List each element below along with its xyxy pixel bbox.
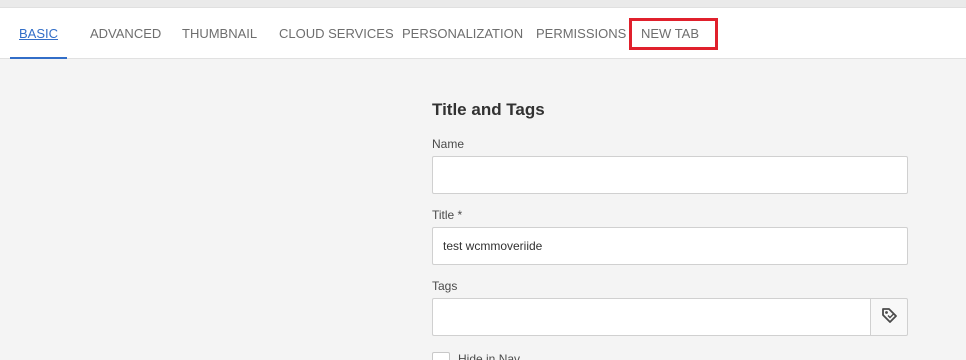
title-field[interactable]: [432, 227, 908, 265]
tab-permissions-label: PERMISSIONS: [536, 26, 627, 41]
tab-cloud-services-label: CLOUD SERVICES: [279, 26, 394, 41]
tags-picker-button[interactable]: [870, 298, 908, 336]
name-label: Name: [432, 137, 465, 151]
tags-label: Tags: [432, 279, 458, 293]
tab-thumbnail-label: THUMBNAIL: [182, 26, 258, 41]
tags-input[interactable]: [432, 298, 871, 336]
top-strip: [0, 0, 966, 8]
tab-advanced-label: ADVANCED: [90, 26, 162, 41]
hide-in-nav-checkbox[interactable]: [432, 352, 450, 360]
tags-field-group: [432, 298, 908, 336]
active-tab-indicator: [10, 57, 68, 59]
new-tab-highlight-box: [629, 18, 718, 50]
tab-personalization[interactable]: PERSONALIZATION: [402, 8, 523, 59]
tab-bar: BASIC ADVANCED THUMBNAIL CLOUD SERVICES …: [0, 8, 966, 59]
tab-thumbnail[interactable]: THUMBNAIL: [182, 8, 257, 59]
title-label: Title *: [432, 208, 463, 222]
tab-permissions[interactable]: PERMISSIONS: [536, 8, 626, 59]
tab-personalization-label: PERSONALIZATION: [402, 26, 524, 41]
hide-in-nav-label: Hide in Nav: [458, 352, 521, 360]
name-field[interactable]: [432, 156, 908, 194]
tab-basic[interactable]: BASIC: [10, 8, 68, 59]
section-title: Title and Tags: [432, 100, 545, 119]
tag-icon: [880, 306, 898, 329]
tab-basic-label: BASIC: [19, 26, 59, 41]
tab-cloud-services[interactable]: CLOUD SERVICES: [279, 8, 394, 59]
tab-advanced[interactable]: ADVANCED: [90, 8, 161, 59]
